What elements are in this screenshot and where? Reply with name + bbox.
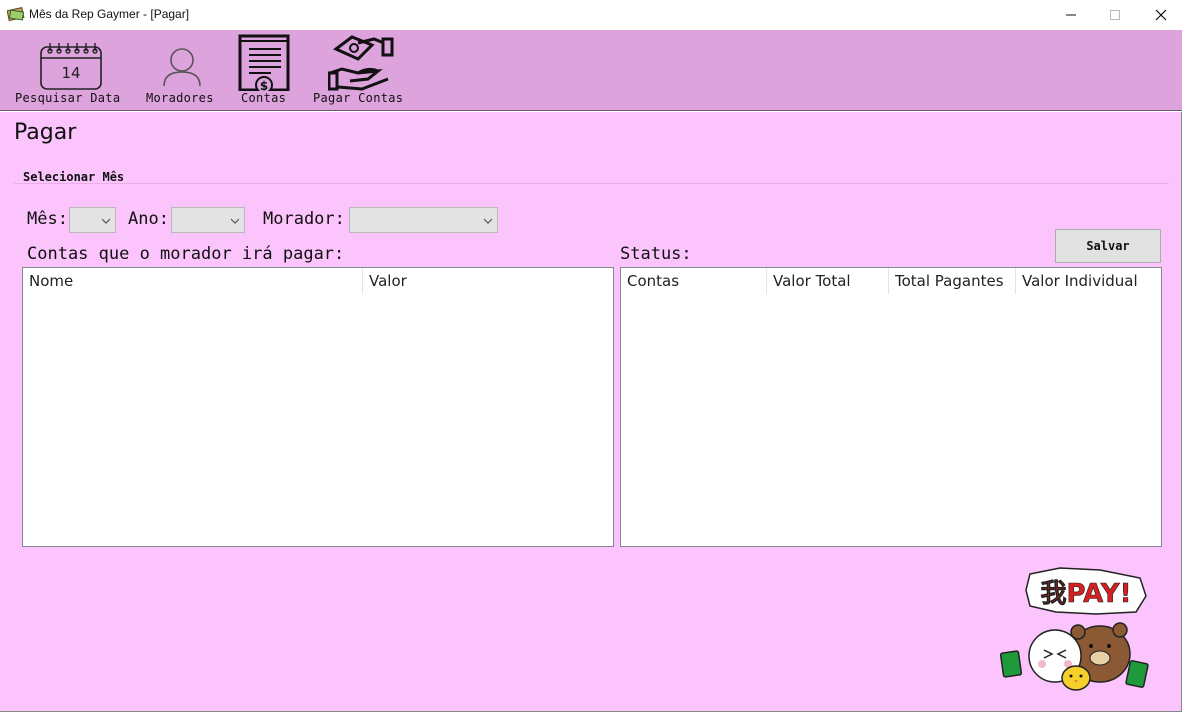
column-header-valor-total[interactable]: Valor Total xyxy=(767,268,889,294)
maximize-icon xyxy=(1110,10,1120,20)
status-section-label: Status: xyxy=(620,244,692,264)
toolbar-item-pagar-contas[interactable]: Pagar Contas xyxy=(308,30,413,110)
minimize-icon xyxy=(1066,14,1076,16)
group-title: Selecionar Mês xyxy=(23,170,125,184)
chevron-down-icon xyxy=(102,218,110,224)
bills-list-header: Nome Valor xyxy=(23,268,613,294)
month-label: Mês: xyxy=(27,209,68,229)
column-header-nome[interactable]: Nome xyxy=(23,268,363,294)
minimize-button[interactable] xyxy=(1048,0,1094,30)
bills-section-label: Contas que o morador irá pagar: xyxy=(27,244,345,264)
chevron-down-icon xyxy=(231,218,239,224)
svg-text:$: $ xyxy=(260,79,268,91)
month-select[interactable] xyxy=(69,207,116,233)
save-button[interactable]: Salvar xyxy=(1055,229,1161,263)
bills-list[interactable]: Nome Valor xyxy=(22,267,614,547)
maximize-button[interactable] xyxy=(1092,0,1138,30)
toolbar-item-contas[interactable]: $ Contas xyxy=(232,30,297,110)
window-title: Mês da Rep Gaymer - [Pagar] xyxy=(29,7,190,21)
column-header-valor-individual[interactable]: Valor Individual xyxy=(1016,268,1161,294)
column-header-contas[interactable]: Contas xyxy=(621,268,767,294)
resident-select[interactable] xyxy=(349,207,498,233)
sticker-text: 我PAY! xyxy=(1041,579,1132,609)
toolbar-label-pesquisar-data: Pesquisar Data xyxy=(15,91,121,105)
pay-sticker-image: 我PAY! xyxy=(1000,567,1149,691)
bill-icon: $ xyxy=(238,34,290,91)
toolbar-label-moradores: Moradores xyxy=(146,91,214,105)
chevron-down-icon xyxy=(484,218,492,224)
user-icon xyxy=(163,48,201,87)
toolbar-item-moradores[interactable]: Moradores xyxy=(140,30,225,110)
close-icon xyxy=(1155,9,1167,21)
toolbar-item-pesquisar-data[interactable]: 14 Pesquisar Data xyxy=(10,30,135,110)
calendar-day: 14 xyxy=(61,64,80,82)
status-list-header: Contas Valor Total Total Pagantes Valor … xyxy=(621,268,1161,294)
app-icon xyxy=(6,6,25,22)
title-bar: Mês da Rep Gaymer - [Pagar] xyxy=(0,0,1182,30)
close-button[interactable] xyxy=(1138,0,1182,30)
toolbar: 14 Pesquisar Data Moradores $ Contas Pag… xyxy=(0,30,1182,111)
group-divider xyxy=(14,183,1169,184)
page-title: Pagar xyxy=(14,120,77,145)
status-list[interactable]: Contas Valor Total Total Pagantes Valor … xyxy=(620,267,1162,547)
main-panel: Pagar Selecionar Mês Mês: Ano: Morador: … xyxy=(0,112,1182,712)
year-select[interactable] xyxy=(171,207,245,233)
pay-hands-icon xyxy=(328,35,394,91)
calendar-icon: 14 xyxy=(40,43,102,90)
year-label: Ano: xyxy=(128,209,169,229)
column-header-total-pagantes[interactable]: Total Pagantes xyxy=(889,268,1016,294)
toolbar-label-contas: Contas xyxy=(241,91,287,105)
resident-label: Morador: xyxy=(263,209,345,229)
toolbar-label-pagar-contas: Pagar Contas xyxy=(313,91,404,105)
column-header-valor[interactable]: Valor xyxy=(363,268,613,294)
